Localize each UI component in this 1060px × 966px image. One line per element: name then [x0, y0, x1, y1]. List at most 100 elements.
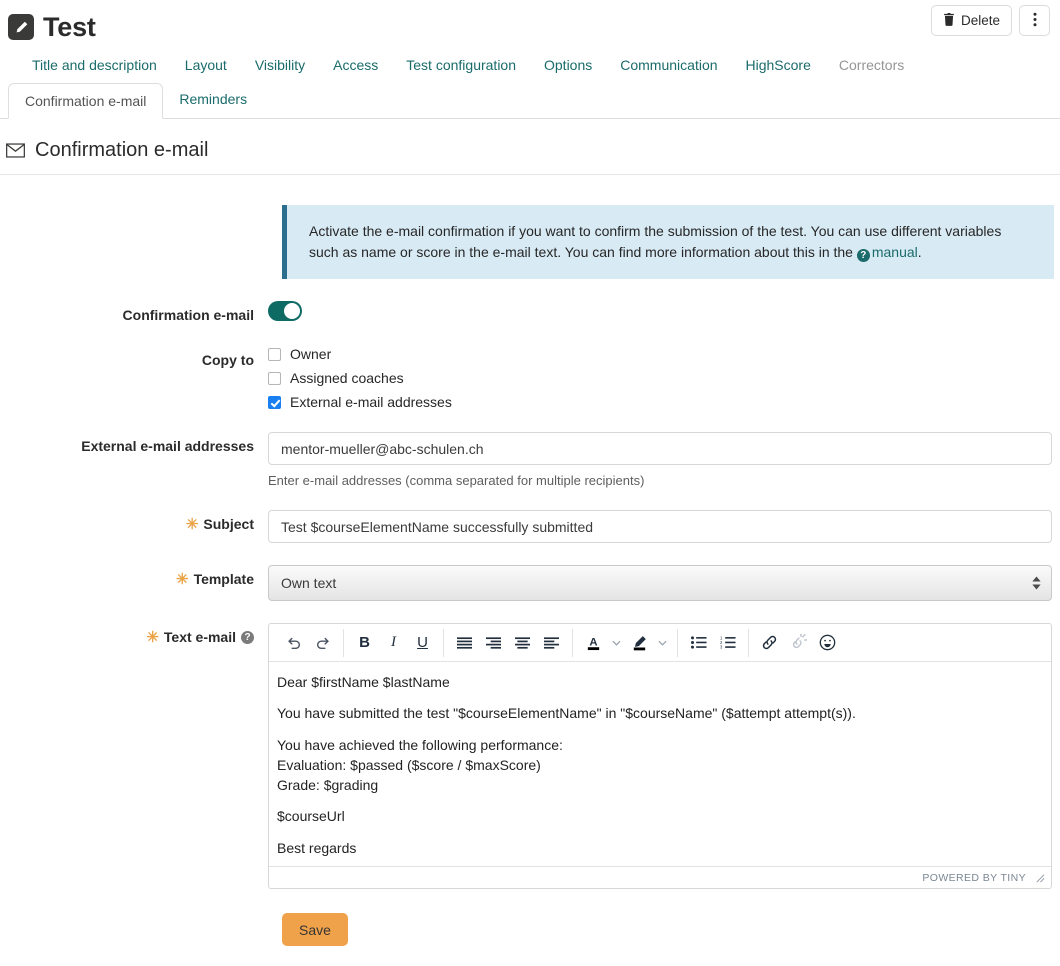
checkbox-owner[interactable]	[268, 347, 281, 361]
title-block: Test	[8, 12, 96, 43]
bold-icon[interactable]: B	[350, 629, 379, 657]
save-button[interactable]: Save	[282, 913, 348, 947]
highlight-color-icon[interactable]	[625, 629, 654, 657]
row-confirmation-email: Confirmation e-mail	[0, 301, 1060, 324]
info-banner: Activate the e-mail confirmation if you …	[282, 205, 1054, 279]
row-copy-to: Copy to Owner Assigned coaches External …	[0, 346, 1060, 410]
editor-paragraph: $courseUrl	[277, 808, 345, 825]
toolbar-group-link	[749, 629, 848, 657]
checkbox-label-assigned-coaches: Assigned coaches	[290, 370, 404, 386]
row-external-addresses: External e-mail addresses Enter e-mail a…	[0, 432, 1060, 488]
nav-item-visibility[interactable]: Visibility	[241, 48, 319, 82]
nav-item-options[interactable]: Options	[530, 48, 606, 82]
label-text: Template	[193, 571, 254, 587]
row-text-email: ✳ Text e-mail ? B I U A 1 2 3 Dear $firs…	[0, 623, 1060, 890]
emoji-icon[interactable]	[813, 629, 842, 657]
redo-icon[interactable]	[308, 629, 337, 657]
control-confirmation-email	[268, 301, 1060, 324]
toolbar-group-history	[273, 628, 344, 657]
form-actions: Save	[0, 913, 1060, 947]
question-circle-icon[interactable]: ?	[241, 630, 254, 644]
underline-icon[interactable]: U	[408, 629, 437, 657]
nav-item-communication[interactable]: Communication	[606, 48, 731, 82]
section-header: Confirmation e-mail	[0, 119, 1060, 175]
editor-status-bar: POWERED BY TINY	[269, 866, 1051, 888]
align-justify-icon[interactable]	[450, 629, 479, 657]
checkbox-external-email-addresses[interactable]	[268, 395, 281, 409]
editor-paragraph: Dear $firstName $lastName	[277, 674, 450, 690]
checkbox-row-owner[interactable]: Owner	[268, 346, 1052, 362]
manual-link[interactable]: manual	[872, 244, 918, 260]
secondary-tabs: Confirmation e-mail Reminders	[0, 82, 1060, 119]
content-area: Activate the e-mail confirmation if you …	[0, 205, 1060, 947]
control-subject	[268, 510, 1060, 543]
label-text: Text e-mail	[163, 629, 236, 645]
tab-reminders[interactable]: Reminders	[163, 82, 263, 118]
editor-content[interactable]: Dear $firstName $lastName You have submi…	[269, 662, 1051, 866]
svg-text:3: 3	[720, 645, 723, 649]
help-circle-icon: ?	[856, 249, 870, 262]
unlink-icon	[784, 629, 813, 657]
numbered-list-icon[interactable]: 123	[713, 629, 742, 657]
text-color-icon[interactable]: A	[579, 629, 608, 657]
svg-text:A: A	[589, 636, 597, 648]
checkbox-row-assigned-coaches[interactable]: Assigned coaches	[268, 370, 1052, 386]
trash-icon	[943, 12, 955, 29]
template-select[interactable]: Own text	[268, 565, 1052, 601]
nav-item-test-configuration[interactable]: Test configuration	[392, 48, 530, 82]
highlight-color-caret-icon[interactable]	[654, 629, 671, 657]
label-text: External e-mail addresses	[81, 438, 254, 454]
link-icon[interactable]	[755, 629, 784, 657]
external-email-addresses-input[interactable]	[268, 432, 1052, 465]
label-template: ✳ Template	[0, 565, 268, 587]
rich-text-editor: B I U A 1 2 3 Dear $firstName $lastName …	[268, 623, 1052, 890]
primary-nav: Title and description Layout Visibility …	[0, 48, 1060, 82]
italic-icon[interactable]: I	[379, 629, 408, 657]
control-text-email: B I U A 1 2 3 Dear $firstName $lastName …	[268, 623, 1060, 890]
required-asterisk-icon: ✳	[185, 515, 199, 533]
toolbar-group-lists: 123	[678, 628, 749, 657]
align-left-icon[interactable]	[537, 629, 566, 657]
delete-button[interactable]: Delete	[930, 5, 1012, 36]
label-subject: ✳ Subject	[0, 510, 268, 532]
checkbox-assigned-coaches[interactable]	[268, 371, 281, 385]
control-copy-to: Owner Assigned coaches External e-mail a…	[268, 346, 1060, 410]
align-center-icon[interactable]	[508, 629, 537, 657]
row-template: ✳ Template Own text	[0, 565, 1060, 601]
checkbox-label-owner: Owner	[290, 346, 332, 362]
nav-item-highscore[interactable]: HighScore	[732, 48, 825, 82]
bullet-list-icon[interactable]	[684, 629, 713, 657]
toolbar-group-colors: A	[573, 628, 678, 657]
resize-handle-icon[interactable]	[1034, 872, 1045, 883]
required-asterisk-icon: ✳	[175, 570, 189, 588]
nav-item-layout[interactable]: Layout	[171, 48, 241, 82]
text-color-caret-icon[interactable]	[608, 629, 625, 657]
checkbox-row-external-email-addresses[interactable]: External e-mail addresses	[268, 394, 1052, 410]
envelope-icon	[6, 143, 25, 158]
tab-confirmation-email[interactable]: Confirmation e-mail	[8, 83, 164, 119]
toolbar-group-align	[444, 628, 573, 657]
control-external-addresses: Enter e-mail addresses (comma separated …	[268, 432, 1060, 488]
toggle-knob	[284, 303, 300, 319]
editor-paragraph: You have achieved the following performa…	[277, 736, 563, 794]
label-copy-to: Copy to	[0, 346, 268, 368]
nav-item-correctors: Correctors	[838, 57, 905, 73]
row-subject: ✳ Subject	[0, 510, 1060, 543]
align-right-icon[interactable]	[479, 629, 508, 657]
label-text: Copy to	[201, 352, 254, 368]
nav-item-title-and-description[interactable]: Title and description	[18, 48, 171, 82]
editor-paragraph: Best regards	[277, 839, 357, 856]
nav-item-access[interactable]: Access	[319, 48, 392, 82]
template-selected-value: Own text	[281, 575, 337, 591]
editor-paragraph: You have submitted the test "$courseElem…	[277, 705, 856, 722]
select-arrows-icon	[1032, 576, 1041, 590]
control-template: Own text	[268, 565, 1060, 601]
more-options-button[interactable]	[1019, 5, 1050, 36]
delete-label: Delete	[960, 13, 1000, 28]
powered-by-label: POWERED BY TINY	[922, 871, 1026, 884]
kebab-menu-icon	[1033, 12, 1037, 30]
subject-input[interactable]	[268, 510, 1052, 543]
label-external-addresses: External e-mail addresses	[0, 432, 268, 454]
undo-icon[interactable]	[279, 629, 308, 657]
confirmation-email-toggle[interactable]	[268, 301, 302, 321]
